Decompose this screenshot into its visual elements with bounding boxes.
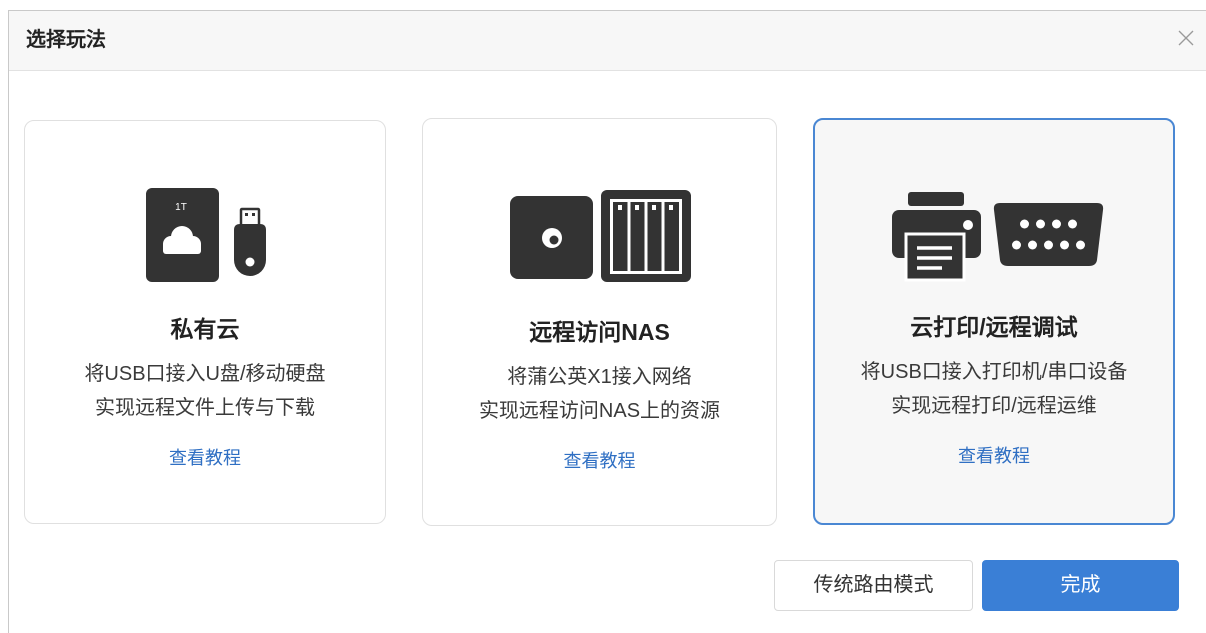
card-illustration [510,190,691,282]
card-description-line: 实现远程打印/远程运维 [891,395,1097,417]
printer-icon [892,192,981,282]
device-capacity-label: 1T [175,202,187,213]
done-button[interactable]: 完成 [982,560,1179,611]
card-title: 远程访问NAS [529,319,670,345]
nas-icon [601,190,691,282]
card-link-row: 查看教程 [25,444,385,472]
card-link-row: 查看教程 [423,447,776,475]
card-description-line: 将USB口接入U盘/移动硬盘 [84,363,326,385]
dialog-header: 选择玩法 [9,11,1206,71]
view-tutorial-link[interactable]: 查看教程 [169,448,241,468]
card-description-line: 实现远程文件上传与下载 [95,397,315,419]
card-description-line: 将USB口接入打印机/串口设备 [860,361,1128,383]
mode-card-remote-nas[interactable]: 远程访问NAS 将蒲公英X1接入网络 实现远程访问NAS上的资源 查看教程 [422,118,777,526]
dialog-title: 选择玩法 [26,29,106,51]
card-description-line: 实现远程访问NAS上的资源 [478,400,721,422]
storage-box-icon: 1T [146,188,219,282]
card-description: 将USB口接入打印机/串口设备 实现远程打印/远程运维 [815,355,1173,423]
usb-drive-icon [234,207,266,276]
card-description: 将USB口接入U盘/移动硬盘 实现远程文件上传与下载 [25,357,385,425]
card-description: 将蒲公英X1接入网络 实现远程访问NAS上的资源 [423,360,776,428]
select-mode-dialog: 选择玩法 1T 私有云 将USB口接入U盘/移动硬盘 实现远程文件上传与下载 查… [8,10,1206,633]
close-icon[interactable] [1178,30,1194,46]
card-title: 私有云 [170,316,240,342]
view-tutorial-link[interactable]: 查看教程 [564,451,636,471]
mode-card-cloud-print[interactable]: 云打印/远程调试 将USB口接入打印机/串口设备 实现远程打印/远程运维 查看教… [813,118,1175,525]
view-tutorial-link[interactable]: 查看教程 [958,446,1030,466]
router-mode-button[interactable]: 传统路由模式 [774,560,973,611]
mode-card-private-cloud[interactable]: 1T 私有云 将USB口接入U盘/移动硬盘 实现远程文件上传与下载 查看教程 [24,120,386,524]
card-link-row: 查看教程 [815,442,1173,470]
card-illustration [892,192,1104,282]
serial-port-icon [993,203,1104,266]
power-box-icon [510,196,593,279]
card-title: 云打印/远程调试 [910,314,1078,340]
card-illustration: 1T [146,188,266,282]
card-description-line: 将蒲公英X1接入网络 [507,366,692,388]
